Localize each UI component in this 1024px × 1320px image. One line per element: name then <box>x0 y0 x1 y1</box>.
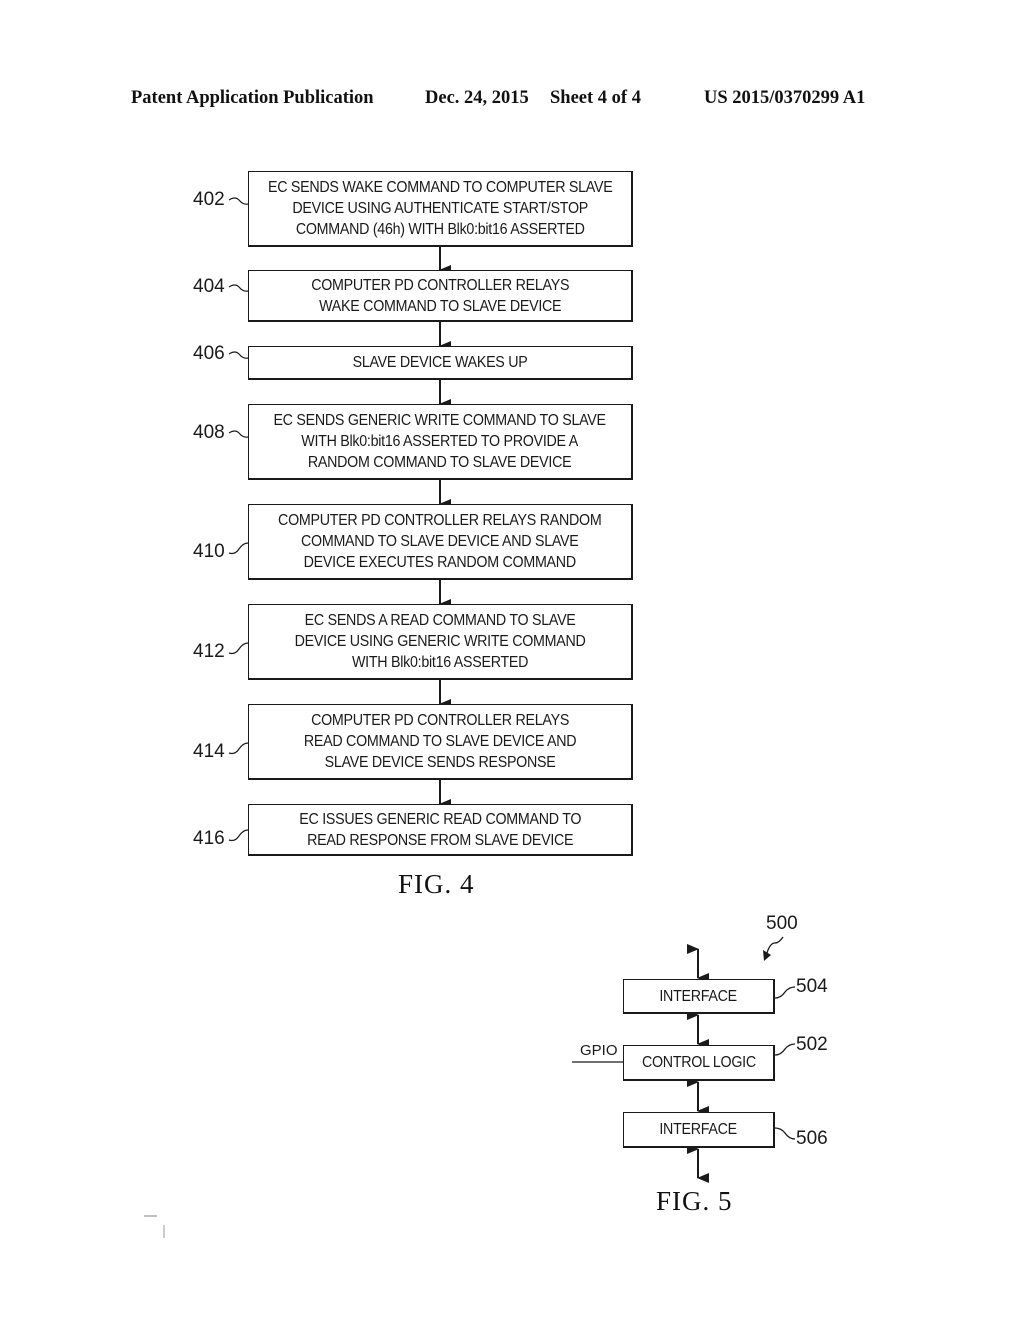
ref-414: 414 <box>193 741 225 762</box>
step-text-404: COMPUTER PD CONTROLLER RELAYS WAKE COMMA… <box>311 276 569 315</box>
fig4-caption: FIG. 4 <box>398 869 475 899</box>
leader-412 <box>228 642 249 655</box>
ref-408: 408 <box>193 422 225 443</box>
leader-504 <box>774 986 796 999</box>
leader-502 <box>774 1043 796 1056</box>
step-text-414: COMPUTER PD CONTROLLER RELAYS READ COMMA… <box>303 712 577 771</box>
step-text-416: EC ISSUES GENERIC READ COMMAND TO READ R… <box>299 810 581 849</box>
ref-404: 404 <box>193 276 225 297</box>
step-box-416: EC ISSUES GENERIC READ COMMAND TO READ R… <box>248 804 633 856</box>
step-box-410: COMPUTER PD CONTROLLER RELAYS RANDOM COM… <box>248 504 633 580</box>
step-box-402: EC SENDS WAKE COMMAND TO COMPUTER SLAVE … <box>248 171 633 247</box>
gpio-label: GPIO <box>580 1042 618 1059</box>
ref-506: 506 <box>796 1128 828 1149</box>
leader-500 <box>766 936 784 954</box>
block-text-504: INTERFACE <box>659 987 738 1005</box>
ref-500: 500 <box>766 913 798 934</box>
ref-410: 410 <box>193 541 225 562</box>
step-text-402: EC SENDS WAKE COMMAND TO COMPUTER SLAVE … <box>267 179 613 238</box>
step-box-408: EC SENDS GENERIC WRITE COMMAND TO SLAVE … <box>248 404 633 480</box>
step-text-408: EC SENDS GENERIC WRITE COMMAND TO SLAVE … <box>273 412 607 471</box>
step-text-406: SLAVE DEVICE WAKES UP <box>352 354 528 371</box>
leader-402 <box>228 197 249 205</box>
step-text-412: EC SENDS A READ COMMAND TO SLAVE DEVICE … <box>294 612 586 671</box>
block-text-502: CONTROL LOGIC <box>641 1054 756 1071</box>
block-interface-504: INTERFACE <box>623 979 775 1014</box>
leader-406 <box>228 351 249 359</box>
ref-412: 412 <box>193 641 225 662</box>
step-box-406: SLAVE DEVICE WAKES UP <box>248 346 633 380</box>
fig5-caption: FIG. 5 <box>656 1186 733 1216</box>
block-control-logic-502: CONTROL LOGIC <box>623 1045 775 1081</box>
step-box-414: COMPUTER PD CONTROLLER RELAYS READ COMMA… <box>248 704 633 780</box>
block-interface-506: INTERFACE <box>623 1112 775 1148</box>
step-text-410: COMPUTER PD CONTROLLER RELAYS RANDOM COM… <box>278 512 602 571</box>
leader-404 <box>228 284 249 292</box>
ref-504: 504 <box>796 976 828 997</box>
leader-408 <box>228 430 249 438</box>
leader-416 <box>228 829 249 842</box>
ref-416: 416 <box>193 828 225 849</box>
step-box-412: EC SENDS A READ COMMAND TO SLAVE DEVICE … <box>248 604 633 680</box>
ref-502: 502 <box>796 1034 828 1055</box>
leader-414 <box>228 742 249 755</box>
step-box-404: COMPUTER PD CONTROLLER RELAYS WAKE COMMA… <box>248 270 633 322</box>
leader-410 <box>228 542 249 555</box>
leader-506 <box>774 1127 796 1140</box>
ref-406: 406 <box>193 343 225 364</box>
ref-402: 402 <box>193 189 225 210</box>
block-text-506: INTERFACE <box>659 1121 738 1138</box>
